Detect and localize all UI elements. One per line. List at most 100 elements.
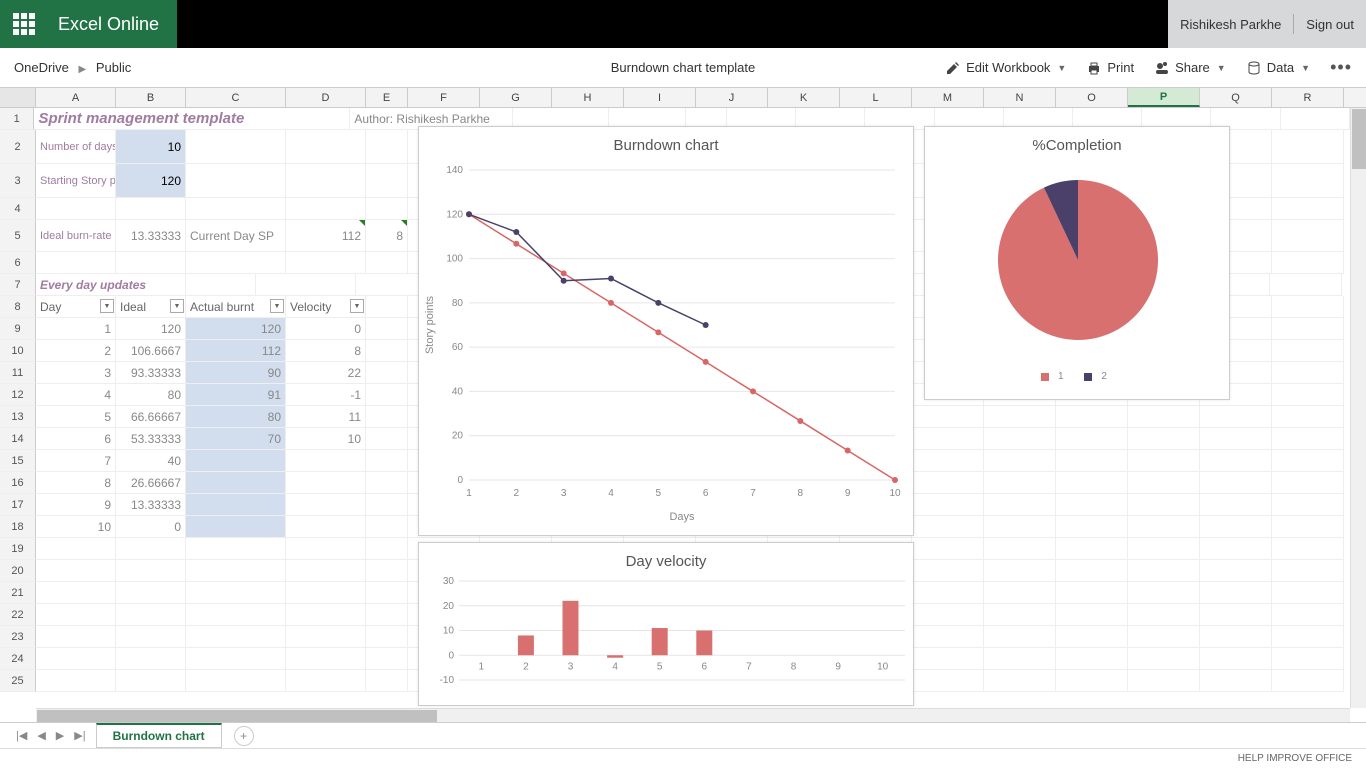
cell[interactable]: 70 — [186, 428, 286, 450]
row-header[interactable]: 8 — [0, 296, 36, 318]
cell[interactable] — [286, 604, 366, 626]
cell[interactable] — [286, 648, 366, 670]
cell[interactable] — [36, 538, 116, 560]
cell[interactable]: Actual burnt▼ — [186, 296, 286, 318]
cell[interactable] — [1128, 472, 1200, 494]
col-header-G[interactable]: G — [480, 88, 552, 107]
edit-workbook-button[interactable]: Edit Workbook ▼ — [945, 60, 1066, 76]
cell[interactable] — [36, 582, 116, 604]
cell[interactable] — [1128, 670, 1200, 692]
cell[interactable] — [1200, 604, 1272, 626]
row-header[interactable]: 3 — [0, 164, 36, 198]
col-header-J[interactable]: J — [696, 88, 768, 107]
cell[interactable] — [366, 582, 408, 604]
filter-button[interactable]: ▼ — [350, 299, 364, 313]
filter-button[interactable]: ▼ — [170, 299, 184, 313]
user-name[interactable]: Rishikesh Parkhe — [1168, 0, 1293, 48]
cell[interactable] — [1056, 604, 1128, 626]
cell[interactable]: 6 — [36, 428, 116, 450]
cell[interactable]: 3 — [36, 362, 116, 384]
row-header[interactable]: 9 — [0, 318, 36, 340]
data-button[interactable]: Data ▼ — [1246, 60, 1310, 76]
cell[interactable] — [912, 494, 984, 516]
cell[interactable] — [1200, 648, 1272, 670]
cell[interactable] — [1272, 130, 1344, 164]
cell[interactable] — [1200, 428, 1272, 450]
cell[interactable] — [256, 274, 356, 296]
cell[interactable] — [366, 494, 408, 516]
cell[interactable] — [1200, 538, 1272, 560]
cell[interactable]: 13.33333 — [116, 494, 186, 516]
cell[interactable]: 80 — [116, 384, 186, 406]
row-header[interactable]: 17 — [0, 494, 36, 516]
cell[interactable] — [912, 516, 984, 538]
cell[interactable] — [36, 198, 116, 220]
cell[interactable]: Sprint management template — [34, 108, 350, 130]
cell[interactable]: 8 — [286, 340, 366, 362]
cell[interactable] — [1272, 428, 1344, 450]
cell[interactable] — [36, 252, 116, 274]
cell[interactable]: Current Day SP — [186, 220, 286, 252]
cell[interactable]: 2 — [36, 340, 116, 362]
cell[interactable] — [286, 516, 366, 538]
cell[interactable]: Number of days — [36, 130, 116, 164]
row-header[interactable]: 6 — [0, 252, 36, 274]
cell[interactable]: Velocity▼ — [286, 296, 366, 318]
cell[interactable] — [116, 626, 186, 648]
cell[interactable] — [1272, 472, 1344, 494]
cell[interactable] — [1128, 582, 1200, 604]
cell[interactable] — [912, 626, 984, 648]
tab-first-button[interactable]: |◀ — [16, 729, 27, 742]
cell[interactable] — [186, 494, 286, 516]
breadcrumb-root[interactable]: OneDrive — [14, 60, 69, 75]
cell[interactable] — [186, 626, 286, 648]
cell[interactable] — [1272, 198, 1344, 220]
cell[interactable]: 10 — [286, 428, 366, 450]
cell[interactable] — [36, 560, 116, 582]
share-button[interactable]: Share ▼ — [1154, 60, 1226, 76]
cell[interactable] — [1056, 428, 1128, 450]
row-header[interactable]: 24 — [0, 648, 36, 670]
cell[interactable] — [366, 340, 408, 362]
cell[interactable] — [116, 560, 186, 582]
cell[interactable] — [1272, 164, 1344, 198]
cell[interactable] — [984, 428, 1056, 450]
cell[interactable] — [1200, 670, 1272, 692]
cell[interactable] — [286, 670, 366, 692]
cell[interactable] — [366, 626, 408, 648]
cell[interactable]: Day▼ — [36, 296, 116, 318]
row-header[interactable]: 25 — [0, 670, 36, 692]
cell[interactable] — [366, 560, 408, 582]
cell[interactable]: Starting Story points — [36, 164, 116, 198]
cell[interactable] — [186, 274, 256, 296]
cell[interactable] — [984, 648, 1056, 670]
col-header-I[interactable]: I — [624, 88, 696, 107]
cell[interactable] — [1128, 516, 1200, 538]
cell[interactable] — [186, 164, 286, 198]
cell[interactable] — [116, 538, 186, 560]
cell[interactable] — [1128, 450, 1200, 472]
row-header[interactable]: 16 — [0, 472, 36, 494]
cell[interactable] — [1056, 626, 1128, 648]
cell[interactable] — [1272, 648, 1344, 670]
cell[interactable] — [912, 670, 984, 692]
help-improve-link[interactable]: HELP IMPROVE OFFICE — [1238, 753, 1352, 764]
cell[interactable] — [1272, 220, 1344, 252]
cell[interactable] — [1272, 362, 1344, 384]
cell[interactable] — [286, 450, 366, 472]
cell[interactable] — [1272, 406, 1344, 428]
cell[interactable] — [366, 604, 408, 626]
cell[interactable] — [186, 582, 286, 604]
cell[interactable] — [984, 538, 1056, 560]
cell[interactable] — [912, 538, 984, 560]
cell[interactable]: 4 — [36, 384, 116, 406]
row-header[interactable]: 11 — [0, 362, 36, 384]
cell[interactable] — [366, 428, 408, 450]
cell[interactable] — [912, 604, 984, 626]
row-header[interactable]: 19 — [0, 538, 36, 560]
cell[interactable]: 66.66667 — [116, 406, 186, 428]
cell[interactable] — [186, 198, 286, 220]
add-sheet-button[interactable]: + — [234, 726, 254, 746]
row-header[interactable]: 5 — [0, 220, 36, 252]
cell[interactable] — [1056, 472, 1128, 494]
